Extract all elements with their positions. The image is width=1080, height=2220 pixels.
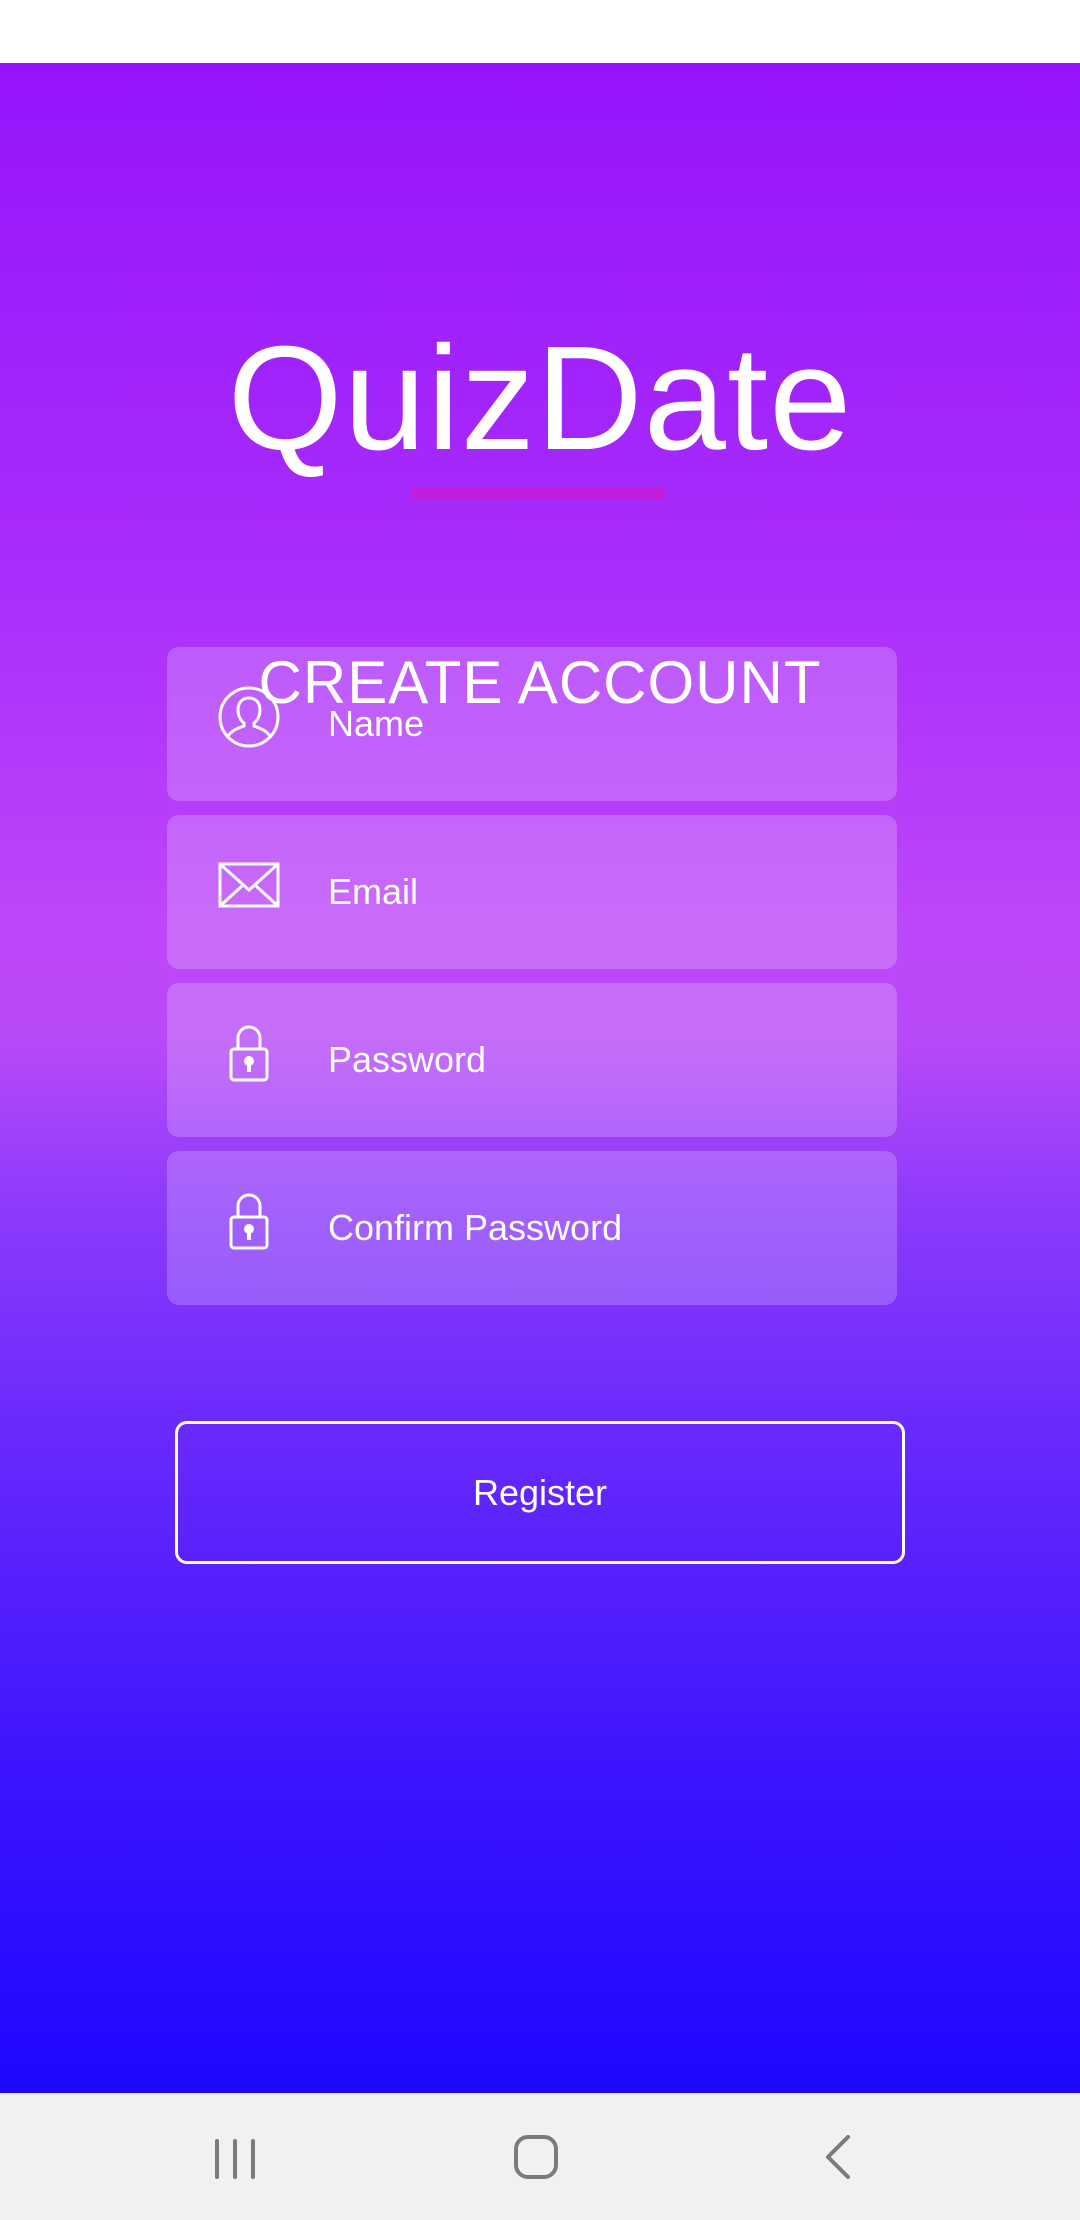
password-placeholder: Password: [328, 1039, 487, 1080]
name-placeholder: Name: [328, 703, 425, 744]
confirm-password-field[interactable]: Confirm Password: [167, 1151, 897, 1305]
home-icon: [514, 2135, 558, 2179]
recent-apps-icon: [215, 2139, 255, 2179]
confirm-password-placeholder: Confirm Password: [328, 1207, 623, 1248]
logo-underline: [411, 488, 665, 500]
lock-icon: [217, 1189, 281, 1253]
home-button[interactable]: [496, 2121, 576, 2193]
back-button[interactable]: [798, 2121, 878, 2193]
email-placeholder: Email: [328, 871, 419, 912]
status-bar: [0, 0, 1080, 63]
envelope-icon: [217, 853, 281, 917]
back-icon: [826, 2135, 850, 2179]
register-button[interactable]: Register: [175, 1421, 905, 1564]
password-field[interactable]: Password: [167, 983, 897, 1137]
user-icon: [217, 685, 281, 749]
email-field[interactable]: Email: [167, 815, 897, 969]
app-logo-title: QuizDate: [227, 316, 853, 481]
lock-icon: [217, 1021, 281, 1085]
recent-apps-button[interactable]: [195, 2121, 275, 2193]
system-nav-bar: [0, 2093, 1080, 2220]
name-field[interactable]: Name: [167, 647, 897, 801]
